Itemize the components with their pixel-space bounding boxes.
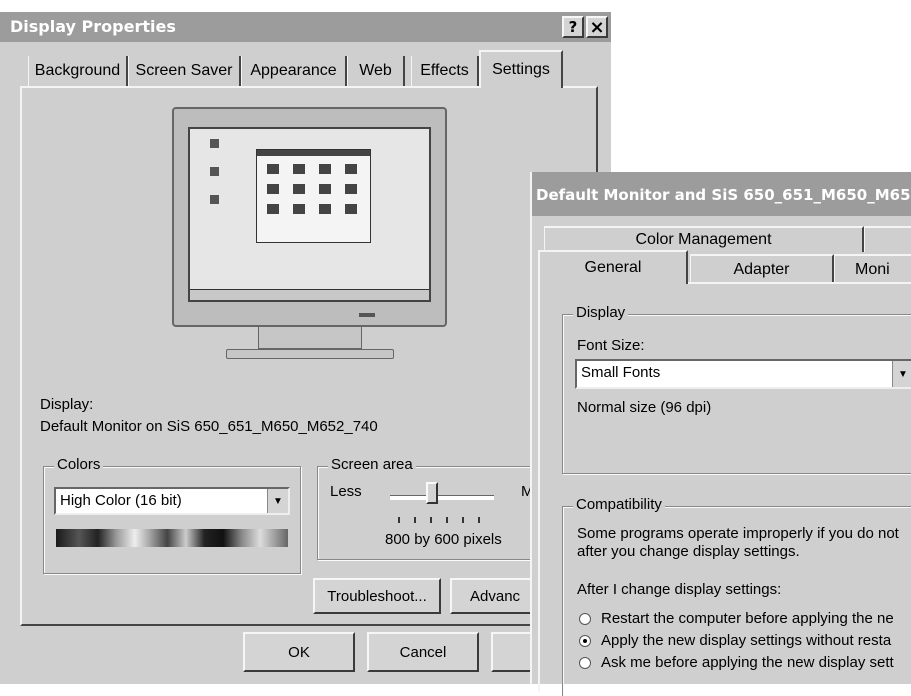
desktop-icon (210, 139, 219, 148)
tab-adapter[interactable]: Adapter (690, 254, 834, 284)
display-properties-window: Display Properties ? × Background Screen… (0, 12, 611, 684)
display-value: Default Monitor on SiS 650_651_M650_M652… (40, 418, 378, 435)
monitor-neck (258, 327, 362, 349)
preview-window (256, 149, 371, 243)
ok-button[interactable]: OK (243, 632, 355, 672)
colors-group-label: Colors (54, 456, 104, 473)
tab-effects[interactable]: Effects (411, 56, 479, 86)
option-apply-label: Apply the new display settings without r… (601, 632, 892, 649)
compatibility-group-label: Compatibility (573, 496, 665, 513)
chevron-down-icon[interactable]: ▼ (267, 489, 288, 513)
preview-icons (257, 156, 370, 222)
screen-area-slider-track[interactable] (390, 495, 494, 500)
compatibility-description-line1: Some programs operate improperly if you … (577, 525, 899, 542)
help-button[interactable]: ? (562, 16, 584, 38)
screen-area-less-label: Less (330, 483, 362, 500)
desktop-icon (210, 195, 219, 204)
preview-taskbar (190, 289, 429, 300)
advanced-window-title: Default Monitor and SiS 650_651_M650_M65 (536, 186, 911, 204)
display-label: Display: (40, 396, 94, 413)
tab-general[interactable]: General (538, 250, 688, 284)
window-title: Display Properties (10, 17, 176, 36)
monitor-power-light (359, 313, 375, 317)
monitor-base (226, 349, 394, 359)
font-size-select[interactable]: Small Fonts ▼ (575, 359, 911, 389)
chevron-down-icon[interactable]: ▼ (892, 361, 911, 387)
adv-display-group: Display Font Size: Small Fonts ▼ Normal … (562, 304, 911, 474)
screen-area-slider-thumb[interactable] (426, 482, 438, 504)
tab-color-management[interactable]: Color Management (544, 226, 864, 252)
option-ask-label: Ask me before applying the new display s… (601, 654, 894, 671)
adv-display-group-label: Display (573, 304, 629, 321)
font-size-note: Normal size (96 dpi) (577, 399, 712, 416)
advanced-properties-window: Default Monitor and SiS 650_651_M650_M65… (530, 172, 911, 696)
tab-background[interactable]: Background (28, 56, 128, 86)
screen-area-ticks (398, 517, 494, 523)
colors-select-value: High Color (16 bit) (60, 492, 182, 509)
radio-apply-without-restart[interactable] (579, 635, 591, 647)
radio-ask-me[interactable] (579, 657, 591, 669)
radio-restart[interactable] (579, 613, 591, 625)
compatibility-group: Compatibility Some programs operate impr… (562, 496, 911, 696)
desktop-icon (210, 167, 219, 176)
tab-back-row-more[interactable] (864, 226, 911, 252)
option-restart-label: Restart the computer before applying the… (601, 610, 894, 627)
colors-select[interactable]: High Color (16 bit) ▼ (54, 487, 290, 515)
close-icon[interactable]: × (586, 16, 608, 38)
advanced-titlebar[interactable]: Default Monitor and SiS 650_651_M650_M65 (532, 172, 911, 216)
cancel-button[interactable]: Cancel (367, 632, 479, 672)
font-size-label: Font Size: (577, 337, 645, 354)
tab-appearance[interactable]: Appearance (241, 56, 347, 86)
font-size-select-value: Small Fonts (581, 364, 661, 381)
tab-web[interactable]: Web (347, 56, 405, 86)
display-properties-titlebar[interactable]: Display Properties ? × (0, 12, 611, 42)
monitor-screen (188, 127, 431, 302)
color-spectrum-bar (56, 529, 288, 547)
after-change-label: After I change display settings: (577, 581, 782, 598)
colors-group: Colors High Color (16 bit) ▼ (43, 456, 301, 574)
troubleshoot-button[interactable]: Troubleshoot... (313, 578, 441, 614)
tab-screen-saver[interactable]: Screen Saver (128, 56, 241, 86)
screen-area-value: 800 by 600 pixels (385, 531, 502, 548)
screen-area-label: Screen area (328, 456, 416, 473)
monitor-preview (172, 107, 447, 327)
tab-monitor[interactable]: Moni (834, 254, 911, 284)
tab-settings[interactable]: Settings (479, 50, 563, 88)
compatibility-description-line2: after you change display settings. (577, 543, 800, 560)
